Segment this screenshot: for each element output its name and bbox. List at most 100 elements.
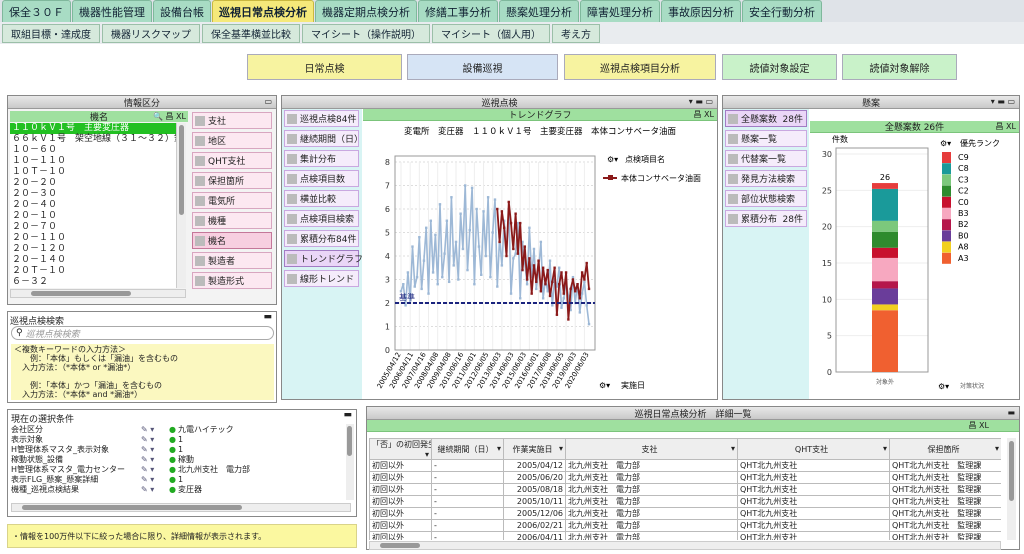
info-list-item[interactable]: ２０－２０ — [10, 178, 176, 189]
table-row[interactable]: 初回以外 -2005/12/06 北九州支社 電力部 QHT北九州支社 QHT北九州支社… — [369, 507, 1001, 520]
action-button-1[interactable]: 設備巡視 — [407, 54, 558, 80]
bar-segment-C2[interactable] — [872, 231, 898, 248]
pending-side-item[interactable]: 部位状態検索 — [725, 190, 807, 207]
tab-2[interactable]: 設備台帳 — [153, 0, 211, 22]
info-list-item[interactable]: １１０ｋＶ１号 主要変圧器 — [10, 123, 176, 134]
filter-edit-icon[interactable]: ✎ ▾ — [141, 455, 169, 465]
pending-side-item[interactable]: 発見方法検索 — [725, 170, 807, 187]
info-side-item[interactable]: 電気所 — [192, 192, 272, 209]
column-header[interactable]: 「否」の初回発生 ▾ — [369, 438, 432, 460]
legend-entry[interactable]: A8 — [958, 243, 969, 252]
info-side-item[interactable]: 機種 — [192, 212, 272, 229]
info-list-item[interactable]: ２０－１１０ — [10, 233, 176, 244]
trend-side-item[interactable]: 継続期間（日） — [284, 130, 363, 147]
trend-side-item[interactable]: 横並比較 — [284, 190, 359, 207]
legend-entry[interactable]: C9 — [958, 153, 969, 162]
info-list-item[interactable]: １０Ｔ－１０ — [10, 167, 176, 178]
tab-4[interactable]: 機器定期点検分析 — [315, 0, 417, 22]
subtab-2[interactable]: 保全基準横並比較 — [202, 24, 300, 43]
filter-edit-icon[interactable]: ✎ ▾ — [141, 445, 169, 455]
table-row[interactable]: 初回以外 -2005/10/11 北九州支社 電力部 QHT北九州支社 QHT北九州支社… — [369, 495, 1001, 508]
trend-side-item[interactable]: トレンドグラフ — [284, 250, 363, 267]
column-header[interactable]: 保担箇所 ▾ — [889, 438, 1001, 460]
pending-side-item[interactable]: 懸案一覧 — [725, 130, 807, 147]
info-list-item[interactable]: ６６ｋＶ１号 架空地線（３１～３２）鉄 — [10, 134, 176, 145]
subtab-5[interactable]: 考え方 — [552, 24, 600, 43]
panel-controls-icon[interactable]: ▾ ▬ ▭ — [689, 97, 713, 106]
info-list-item[interactable]: ２０－３０ — [10, 189, 176, 200]
action-button-2[interactable]: 巡視点検項目分析 — [564, 54, 716, 80]
export-icon[interactable]: 昌 XL — [969, 420, 989, 431]
table-row[interactable]: 初回以外 -2005/04/12 北九州支社 電力部 QHT北九州支社 QHT北九州支社… — [369, 459, 1001, 472]
legend-entry[interactable]: B3 — [958, 209, 969, 218]
trend-side-item[interactable]: 線形トレンド — [284, 270, 359, 287]
trend-side-item[interactable]: 累積分布 84件 — [284, 230, 359, 247]
legend-entry[interactable]: C3 — [958, 175, 969, 184]
info-side-item[interactable]: 機名 — [192, 232, 272, 249]
info-list-item[interactable]: ２０－１０ — [10, 211, 176, 222]
xaxis-gear-icon[interactable]: ⚙▾ — [938, 382, 949, 391]
legend-gear-icon[interactable]: ⚙▾ — [940, 139, 951, 148]
tab-7[interactable]: 障害処理分析 — [580, 0, 660, 22]
bar-segment-C8[interactable] — [872, 188, 898, 221]
dropdown-arrow-icon[interactable]: ▾ — [883, 444, 887, 453]
bar-segment-B2[interactable] — [872, 281, 898, 289]
pending-side-item[interactable]: 累積分布 28件 — [725, 210, 807, 227]
bar-segment-C0[interactable] — [872, 247, 898, 258]
subtab-4[interactable]: マイシート（個人用） — [432, 24, 550, 43]
panel-controls-icon[interactable]: ▾ ▬ ▭ — [991, 97, 1015, 106]
info-list-item[interactable]: １０－１１０ — [10, 156, 176, 167]
table-row[interactable]: 初回以外 -2006/02/21 北九州支社 電力部 QHT北九州支社 QHT北九州支社… — [369, 519, 1001, 532]
action-button-3[interactable]: 読値対象設定 — [722, 54, 837, 80]
column-header[interactable]: 作業実施日 ▾ — [503, 438, 566, 460]
filter-edit-icon[interactable]: ✎ ▾ — [141, 465, 169, 475]
filter-edit-icon[interactable]: ✎ ▾ — [141, 435, 169, 445]
info-list-item[interactable]: ６－３２ — [10, 277, 176, 288]
action-button-4[interactable]: 読値対象解除 — [842, 54, 957, 80]
subtab-0[interactable]: 取組目標・達成度 — [2, 24, 100, 43]
info-list-item[interactable]: １０－６０ — [10, 145, 176, 156]
subtab-1[interactable]: 機器リスクマップ — [102, 24, 200, 43]
dropdown-arrow-icon[interactable]: ▾ — [425, 450, 429, 459]
trend-side-item[interactable]: 巡視点検 84件 — [284, 110, 359, 127]
tab-8[interactable]: 事故原因分析 — [661, 0, 741, 22]
filter-edit-icon[interactable]: ✎ ▾ — [141, 485, 169, 495]
legend-entry[interactable]: B0 — [958, 231, 969, 240]
minimize-icon[interactable]: ▬ — [343, 410, 352, 420]
info-list-tools-icon[interactable]: 🔍 昌 XL — [153, 111, 186, 122]
info-side-item[interactable]: 支社 — [192, 112, 272, 129]
xaxis-gear-icon[interactable]: ⚙▾ — [599, 381, 610, 390]
pending-side-item[interactable]: 代替案一覧 — [725, 150, 807, 167]
info-list-item[interactable]: ２０－４０ — [10, 200, 176, 211]
column-header[interactable]: QHT支社 ▾ — [737, 438, 890, 460]
tab-5[interactable]: 修繕工事分析 — [418, 0, 498, 22]
info-list-hscroll[interactable] — [10, 289, 186, 298]
conditions-vscroll[interactable] — [346, 424, 354, 500]
minimize-icon[interactable]: ▬ — [263, 312, 272, 322]
tab-1[interactable]: 機器性能管理 — [72, 0, 152, 22]
pending-side-item[interactable]: 全懸案数 28件 — [725, 110, 807, 127]
search-input[interactable]: 巡視点検検索 — [26, 327, 80, 340]
bar-segment-C3[interactable] — [872, 220, 898, 232]
bar-segment-A8[interactable] — [872, 304, 898, 311]
legend-gear-icon[interactable]: ⚙▾ — [607, 155, 618, 164]
info-side-item[interactable]: QHT支社 — [192, 152, 272, 169]
info-list-vscroll[interactable] — [176, 123, 186, 288]
bar-segment-B0[interactable] — [872, 288, 898, 305]
subtab-3[interactable]: マイシート（操作説明） — [302, 24, 430, 43]
detail-hscroll[interactable] — [369, 541, 1001, 550]
bar-segment-A3[interactable] — [872, 310, 898, 372]
trend-side-item[interactable]: 点検項目数 — [284, 170, 359, 187]
info-list-item[interactable]: ２０－１２０ — [10, 244, 176, 255]
table-row[interactable]: 初回以外 -2005/08/18 北九州支社 電力部 QHT北九州支社 QHT北九州支社… — [369, 483, 1001, 496]
table-row[interactable]: 初回以外 -2005/06/20 北九州支社 電力部 QHT北九州支社 QHT北九州支社… — [369, 471, 1001, 484]
tab-0[interactable]: 保全３０Ｆ — [2, 0, 71, 22]
info-list-item[interactable]: ２０－１４０ — [10, 255, 176, 266]
legend-entry[interactable]: C2 — [958, 187, 969, 196]
legend-entry[interactable]: A3 — [958, 254, 969, 263]
column-header[interactable]: 継続期間（日） ▾ — [431, 438, 504, 460]
column-header[interactable]: 支社 ▾ — [565, 438, 738, 460]
trend-side-item[interactable]: 点検項目検索 — [284, 210, 359, 227]
dropdown-arrow-icon[interactable]: ▾ — [731, 444, 735, 453]
bar-segment-B3[interactable] — [872, 257, 898, 282]
